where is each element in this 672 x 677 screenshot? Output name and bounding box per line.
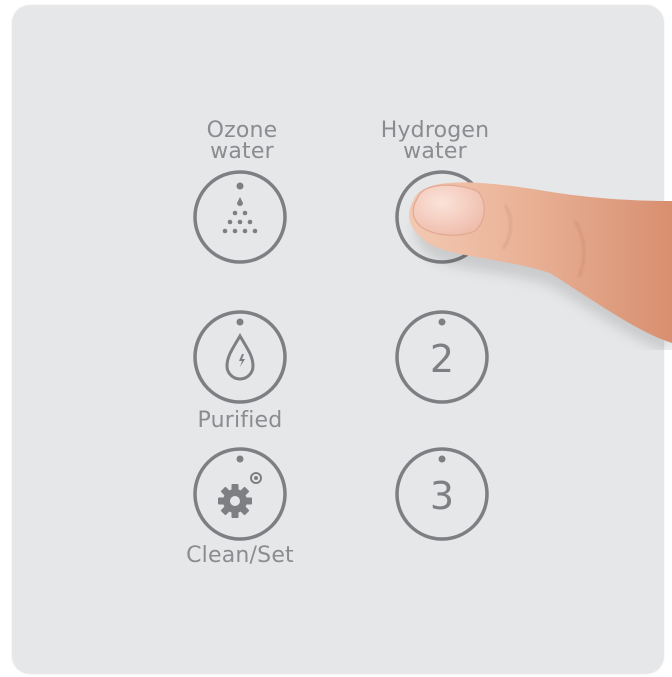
ozone-water-label: Ozone water bbox=[206, 118, 278, 164]
ozone-droplets-icon bbox=[193, 170, 287, 264]
hydrogen-water-button[interactable] bbox=[395, 170, 489, 264]
clean-set-label: Clean/Set bbox=[186, 543, 294, 568]
button-3-face: 3 bbox=[395, 447, 489, 541]
button-2-face: 2 bbox=[395, 310, 489, 404]
hydrogen-button-ring bbox=[395, 170, 489, 264]
ozone-water-button[interactable] bbox=[193, 170, 287, 264]
button-3-number: 3 bbox=[430, 474, 454, 518]
clean-set-button[interactable] bbox=[193, 447, 287, 541]
button-2[interactable]: 2 bbox=[395, 310, 489, 404]
control-panel bbox=[12, 5, 664, 674]
water-drop-icon bbox=[193, 310, 287, 404]
gear-icon bbox=[193, 447, 287, 541]
button-2-number: 2 bbox=[430, 337, 454, 381]
hydrogen-water-label: Hydrogen water bbox=[380, 118, 490, 164]
purified-water-button[interactable] bbox=[193, 310, 287, 404]
button-3[interactable]: 3 bbox=[395, 447, 489, 541]
purified-label: Purified bbox=[197, 408, 283, 433]
